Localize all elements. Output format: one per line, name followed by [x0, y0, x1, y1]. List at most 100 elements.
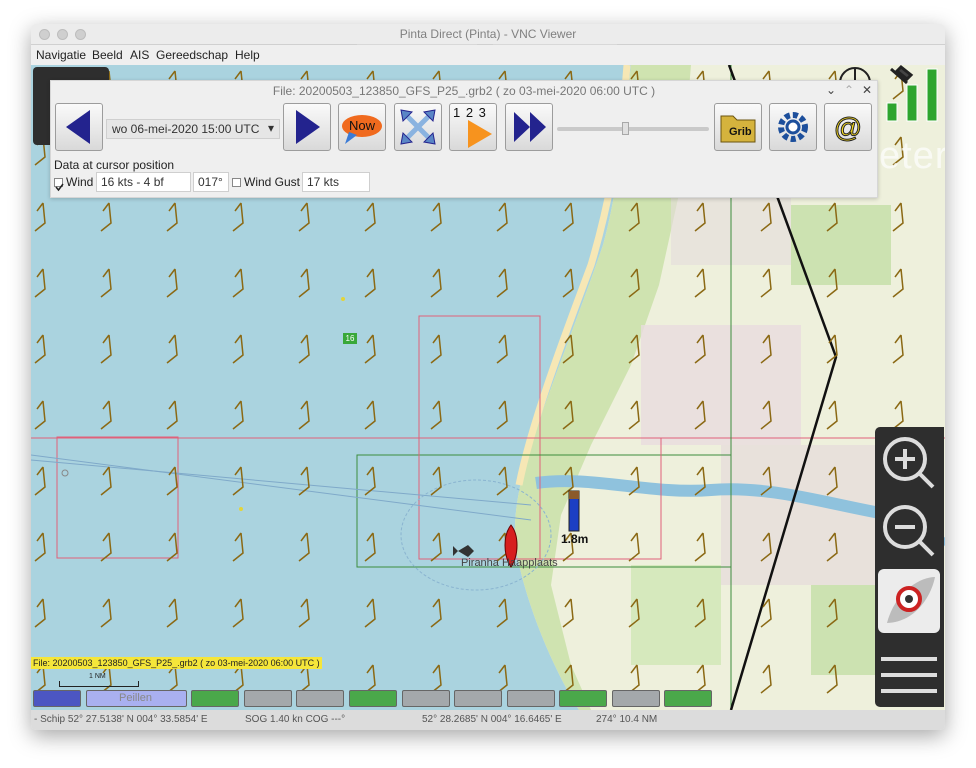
center-boat-button[interactable]: [878, 569, 940, 633]
map-controls-panel: [875, 427, 944, 707]
wind-barb: [430, 202, 442, 232]
wind-gust-checkbox[interactable]: [232, 178, 241, 187]
wind-barb: [298, 664, 310, 694]
layer-button[interactable]: [612, 690, 660, 707]
cursor-position-text: 52° 28.2685' N 004° 16.6465' E: [422, 714, 562, 725]
wind-barb: [232, 532, 244, 562]
wind-barb: [34, 466, 46, 496]
layer-button[interactable]: Peillen: [86, 690, 187, 707]
now-button[interactable]: Now: [338, 103, 386, 151]
wind-barb: [100, 202, 112, 232]
wind-barb: [364, 598, 376, 628]
wind-speed-field[interactable]: 16 kts - 4 bf: [96, 172, 191, 192]
wind-barb: [298, 532, 310, 562]
wind-checkbox[interactable]: [54, 178, 64, 192]
date-select[interactable]: wo 06-mei-2020 15:00 UTC ▾: [106, 119, 280, 139]
menu-beeld[interactable]: Beeld: [92, 48, 123, 62]
wind-barb: [166, 268, 178, 298]
wind-barb: [166, 466, 178, 496]
data-heading: Data at cursor position: [54, 158, 175, 172]
expand-icon[interactable]: ⌃: [844, 83, 854, 97]
zoom-to-fit-button[interactable]: [394, 103, 442, 151]
buoy-icon: [341, 297, 345, 301]
next-time-button[interactable]: [283, 103, 331, 151]
layer-button[interactable]: [559, 690, 607, 707]
map-marker-badge[interactable]: 16: [343, 333, 357, 344]
wind-barb: [166, 202, 178, 232]
menu-help[interactable]: Help: [235, 48, 260, 62]
date-select-value: wo 06-mei-2020 15:00 UTC: [112, 122, 260, 136]
wind-barb: [562, 202, 574, 232]
layer-button[interactable]: [402, 690, 450, 707]
wind-barb: [364, 664, 376, 694]
wind-barb: [232, 400, 244, 430]
gear-icon: [778, 112, 808, 142]
menu-ais[interactable]: AIS: [130, 48, 149, 62]
now-label: Now: [348, 118, 375, 133]
menu-navigatie[interactable]: Navigatie: [36, 48, 86, 62]
email-request-button[interactable]: @: [824, 103, 872, 151]
triangle-right-icon: [296, 110, 320, 144]
expand-arrows-icon: [400, 109, 436, 145]
chart-border: [56, 436, 179, 559]
layer-button[interactable]: [454, 690, 502, 707]
town-area: [641, 325, 801, 445]
tide-bar-top: [569, 491, 579, 499]
wind-barb: [34, 334, 46, 364]
settings-button[interactable]: [769, 103, 817, 151]
ship-position-text: - Schip 52° 27.5138' N 004° 33.5854' E: [34, 714, 208, 725]
wind-barb: [496, 664, 508, 694]
grib-dialog: File: 20200503_123850_GFS_P25_.grb2 ( zo…: [50, 80, 878, 198]
wind-barb: [430, 532, 442, 562]
tide-height-label: 1.8m: [561, 532, 589, 546]
zoom-out-button[interactable]: [875, 495, 944, 563]
layer-button[interactable]: [349, 690, 397, 707]
menu-button[interactable]: [875, 645, 944, 705]
wind-barb: [232, 664, 244, 694]
wind-barb: [232, 598, 244, 628]
zoom-in-button[interactable]: [875, 427, 944, 495]
signal-bars-icon: [886, 102, 898, 122]
wind-barb: [496, 400, 508, 430]
layer-button[interactable]: [664, 690, 712, 707]
layer-button[interactable]: [296, 690, 344, 707]
wind-barb: [364, 334, 376, 364]
menu-bar: Navigatie Beeld AIS Gereedschap Help: [31, 45, 945, 65]
wind-barb: [232, 334, 244, 364]
wind-barb: [430, 664, 442, 694]
wind-barb: [562, 268, 574, 298]
time-slider[interactable]: [557, 122, 709, 135]
grib-file-button[interactable]: Grib: [714, 103, 762, 151]
wind-barb: [298, 202, 310, 232]
wind-gust-field[interactable]: 17 kts: [302, 172, 370, 192]
wind-barb: [100, 400, 112, 430]
menu-gereedschap[interactable]: Gereedschap: [156, 48, 228, 62]
close-dialog-icon[interactable]: ✕: [862, 83, 872, 97]
collapse-icon[interactable]: ⌄: [826, 83, 836, 97]
layer-button[interactable]: [33, 690, 81, 707]
previous-time-button[interactable]: [55, 103, 103, 151]
numbers-play-button[interactable]: 1 2 3: [449, 103, 497, 151]
grib-label: Grib: [729, 126, 752, 138]
wind-barb: [100, 532, 112, 562]
layer-button[interactable]: [507, 690, 555, 707]
wind-barb: [430, 466, 442, 496]
wind-barb: [100, 466, 112, 496]
at-sign-icon: @: [833, 112, 862, 144]
wind-barb: [496, 334, 508, 364]
wind-direction-field[interactable]: 017°: [193, 172, 229, 192]
speed-course-text: SOG 1.40 kn COG ---°: [245, 714, 346, 725]
wind-label: Wind: [66, 175, 94, 189]
wind-barb: [34, 664, 46, 694]
dropdown-arrow-icon: ▾: [267, 121, 274, 135]
layer-button[interactable]: [244, 690, 292, 707]
time-slider-knob[interactable]: [622, 122, 630, 135]
buoy-icon: [61, 469, 69, 477]
wind-barb: [496, 202, 508, 232]
fish-icon: [453, 545, 474, 557]
fast-forward-button[interactable]: [505, 103, 553, 151]
wind-barb: [100, 268, 112, 298]
buoy-icon: [239, 507, 243, 511]
wind-barb: [430, 598, 442, 628]
layer-button[interactable]: [191, 690, 239, 707]
